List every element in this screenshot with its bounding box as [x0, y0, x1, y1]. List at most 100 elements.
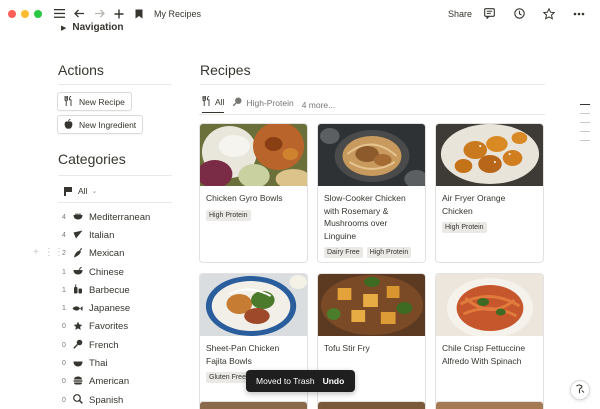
bowl-icon [71, 212, 84, 222]
drag-handle-icon[interactable]: ⋮⋮ [44, 247, 64, 258]
recipe-tag: Gluten Free [206, 372, 249, 383]
category-mexican[interactable]: 2 Mexican [62, 245, 182, 263]
recipe-card[interactable] [435, 401, 544, 409]
categories-heading: Categories [58, 151, 126, 167]
category-count: 1 [62, 286, 66, 294]
actions-divider [58, 84, 172, 85]
row-hover-tools: + ⋮⋮ [33, 247, 64, 258]
category-chinese[interactable]: 1 Chinese [62, 263, 182, 281]
recipe-photo [318, 274, 425, 336]
undo-button[interactable]: Undo [323, 376, 345, 386]
tab-all[interactable]: All [202, 95, 225, 113]
category-filter-all[interactable]: All ⌄ [64, 186, 97, 196]
category-count: 2 [62, 250, 66, 258]
recipe-title: Tofu Stir Fry [324, 343, 370, 353]
more-icon[interactable] [572, 7, 586, 21]
recipe-view-tabs: All High-Protein 4 more... [202, 95, 336, 113]
tab-all-label: All [215, 97, 225, 107]
minimize-window-button[interactable] [21, 9, 29, 18]
sidebar-menu-icon[interactable] [52, 7, 66, 21]
recipe-title: Chile Crisp Fettuccine Alfredo With Spin… [442, 343, 526, 366]
recipe-card[interactable]: Chicken Gyro Bowls High Protein [199, 123, 308, 263]
category-mediterranean[interactable]: 4 Mediterranean [62, 208, 182, 226]
category-japanese[interactable]: 1 Japanese [62, 299, 182, 317]
comment-icon[interactable] [482, 7, 496, 21]
apple-icon [64, 118, 73, 131]
recipe-card[interactable]: Chile Crisp Fettuccine Alfredo With Spin… [435, 273, 544, 409]
toast-notification: Moved to Trash Undo [246, 370, 355, 392]
grill-icon [71, 284, 84, 296]
categories-divider [58, 175, 172, 176]
category-label: American [89, 376, 130, 388]
help-icon [575, 384, 585, 397]
category-favorites[interactable]: 0 Favorites [62, 318, 182, 336]
recipe-tag: High Protein [366, 247, 412, 258]
recipe-photo [436, 274, 543, 336]
actions-heading: Actions [58, 62, 104, 78]
tabs-underline [199, 114, 545, 115]
category-label: French [89, 339, 119, 351]
category-barbecue[interactable]: 1 Barbecue [62, 281, 182, 299]
recipe-photo [318, 124, 425, 186]
recipe-card[interactable]: Slow-Cooker Chicken with Rosemary & Mush… [317, 123, 426, 263]
filter-divider [58, 202, 172, 203]
pepper-icon [71, 247, 84, 260]
forward-arrow-icon[interactable] [92, 7, 106, 21]
more-views-button[interactable]: 4 more... [302, 100, 336, 110]
new-ingredient-label: New Ingredient [79, 119, 137, 130]
new-recipe-button[interactable]: New Recipe [57, 92, 132, 111]
category-french[interactable]: 0 French [62, 336, 182, 354]
outline-marker[interactable] [580, 113, 590, 114]
window-controls [8, 9, 42, 18]
recipe-title: Slow-Cooker Chicken with Rosemary & Mush… [324, 193, 406, 241]
new-ingredient-button[interactable]: New Ingredient [57, 115, 144, 134]
page-outline-markers[interactable] [580, 104, 590, 141]
recipe-card[interactable]: Air Fryer Orange Chicken High Protein [435, 123, 544, 263]
category-spanish[interactable]: 0 Spanish [62, 391, 182, 409]
navigation-toggle[interactable]: ▶ Navigation [61, 22, 124, 33]
fork-knife-icon [202, 95, 211, 108]
recipe-tag: Dairy Free [324, 247, 363, 258]
star-icon[interactable] [542, 7, 556, 21]
outline-marker[interactable] [580, 122, 590, 123]
category-count: 0 [62, 341, 66, 349]
outline-marker[interactable] [580, 104, 590, 105]
page-title[interactable]: My Recipes [154, 9, 201, 19]
category-label: Chinese [89, 266, 124, 278]
recipe-gallery: Chicken Gyro Bowls High Protein Slow-Coo… [199, 123, 545, 409]
category-list: 4 Mediterranean 4 Italian 2 Mexican 1 Ch… [62, 208, 182, 409]
category-count: 0 [62, 323, 66, 331]
flag-icon [64, 187, 72, 196]
back-arrow-icon[interactable] [72, 7, 86, 21]
category-label: Spanish [89, 394, 124, 406]
fish-icon [71, 304, 84, 314]
close-window-button[interactable] [8, 9, 16, 18]
recipes-divider [200, 84, 545, 85]
outline-marker[interactable] [580, 131, 590, 132]
share-button[interactable]: Share [448, 9, 472, 19]
recipe-photo [200, 124, 307, 186]
recipe-tags: High Protein [436, 220, 543, 235]
add-row-icon[interactable]: + [33, 247, 39, 258]
bowl-icon [71, 266, 84, 277]
pizza-icon [71, 230, 84, 241]
recipe-card[interactable] [199, 401, 308, 409]
recipe-title: Sheet-Pan Chicken Fajita Bowls [206, 343, 280, 366]
add-icon[interactable] [112, 7, 126, 21]
recipe-title: Air Fryer Orange Chicken [442, 193, 506, 216]
filter-all-label: All [78, 186, 88, 196]
bowl-icon [71, 359, 84, 369]
recipe-title: Chicken Gyro Bowls [206, 193, 283, 203]
category-american[interactable]: 0 American [62, 373, 182, 391]
outline-marker[interactable] [580, 140, 590, 141]
help-button[interactable] [570, 380, 590, 400]
recipe-tag: High Protein [206, 209, 251, 221]
category-italian[interactable]: 4 Italian [62, 226, 182, 244]
recipe-card[interactable] [317, 401, 426, 409]
maximize-window-button[interactable] [34, 9, 42, 18]
pan-icon [71, 394, 84, 406]
new-recipe-label: New Recipe [79, 96, 125, 107]
tab-high-protein[interactable]: High-Protein [232, 97, 294, 113]
history-clock-icon[interactable] [512, 7, 526, 21]
category-thai[interactable]: 0 Thai [62, 354, 182, 372]
